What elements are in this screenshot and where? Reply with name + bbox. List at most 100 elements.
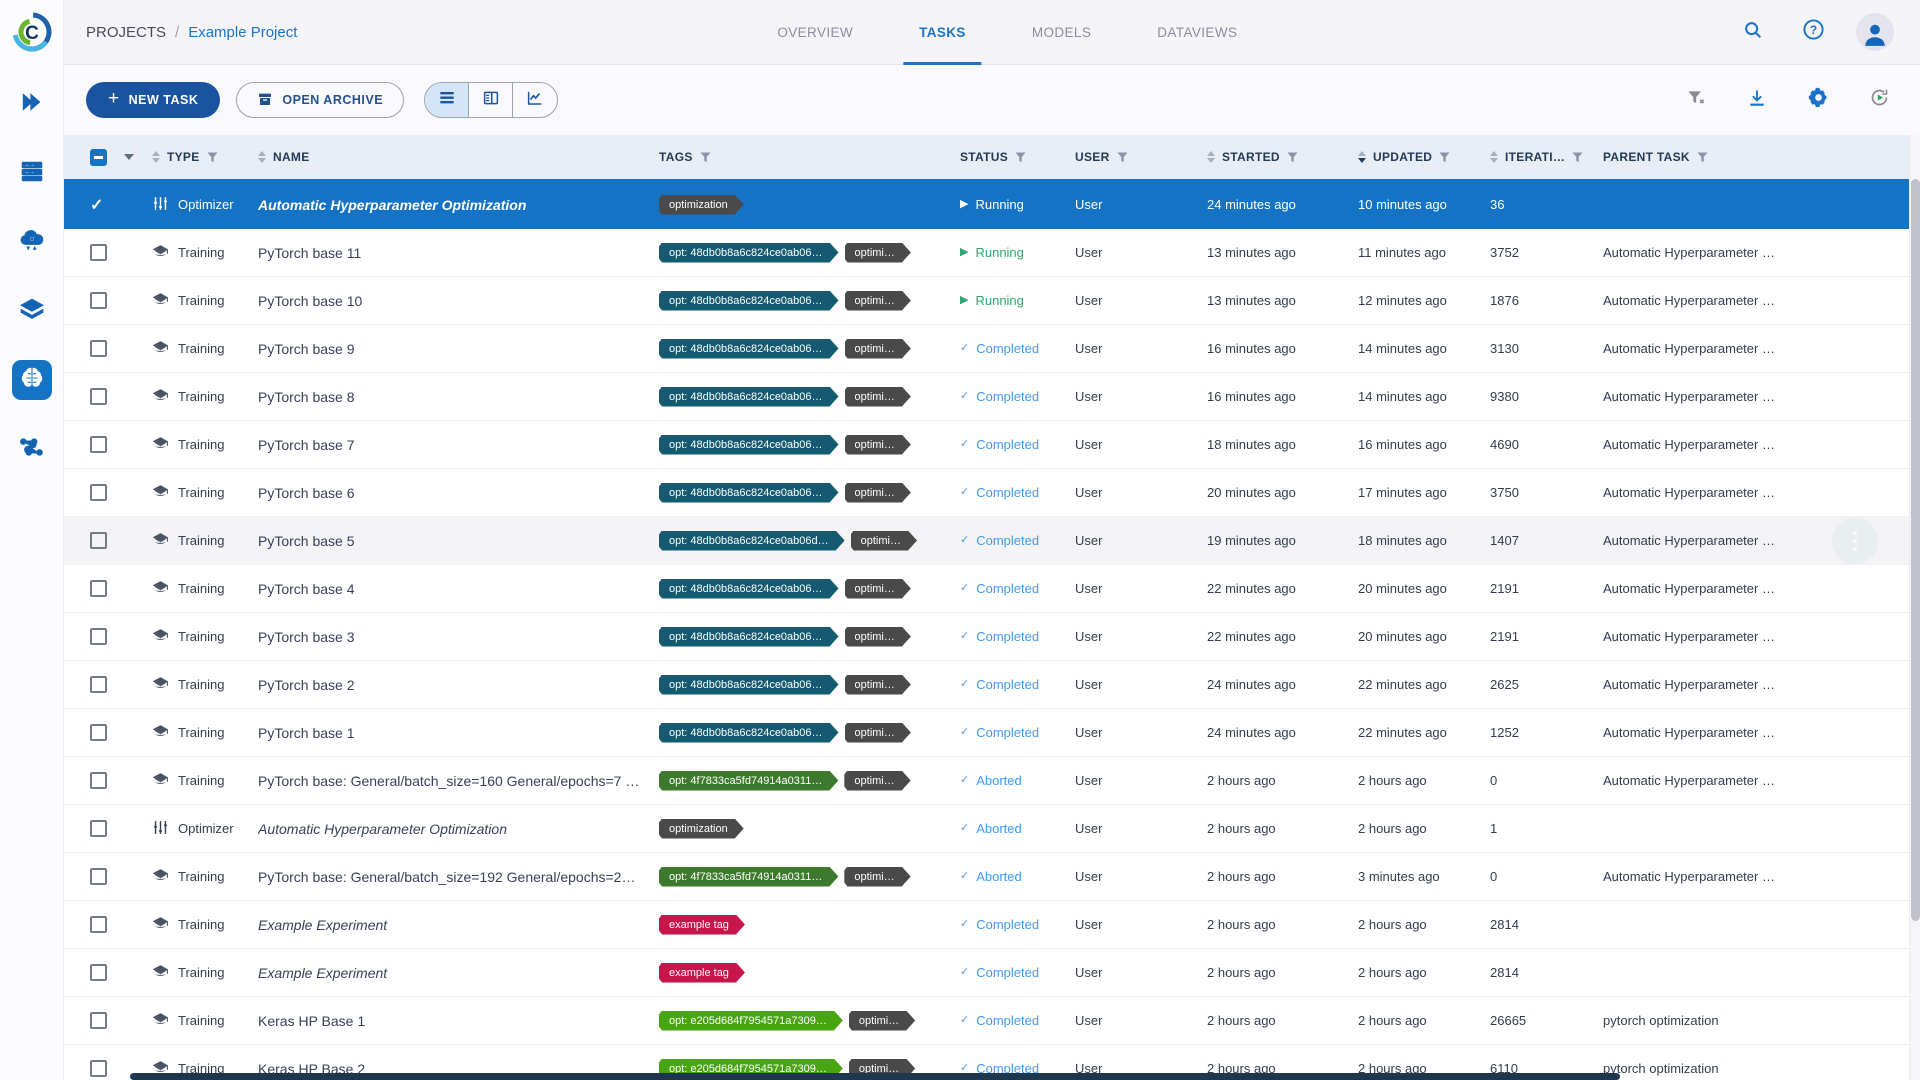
table-row[interactable]: Training PyTorch base 10 opt: 48db0b8a6c… xyxy=(64,277,1920,325)
breadcrumb-projects[interactable]: PROJECTS xyxy=(86,24,166,41)
user-avatar[interactable] xyxy=(1856,13,1894,51)
task-name[interactable]: Keras HP Base 1 xyxy=(258,1013,659,1029)
task-name[interactable]: PyTorch base 11 xyxy=(258,245,659,261)
task-name[interactable]: PyTorch base 4 xyxy=(258,581,659,597)
settings-button[interactable] xyxy=(1801,83,1835,117)
row-checkbox[interactable] xyxy=(90,436,107,453)
table-row[interactable]: Training PyTorch base 5 opt: 48db0b8a6c8… xyxy=(64,517,1920,565)
filter-funnel-icon[interactable] xyxy=(1439,152,1450,163)
table-row[interactable]: Training PyTorch base: General/batch_siz… xyxy=(64,853,1920,901)
row-checkbox[interactable] xyxy=(90,292,107,309)
task-name[interactable]: PyTorch base 7 xyxy=(258,437,659,453)
row-checkbox[interactable] xyxy=(90,340,107,357)
filter-funnel-icon[interactable] xyxy=(1117,152,1128,163)
help-button[interactable]: ? xyxy=(1796,15,1830,49)
table-row[interactable]: ✓ Optimizer Automatic Hyperparameter Opt… xyxy=(64,181,1920,229)
row-checkbox[interactable] xyxy=(90,676,107,693)
filter-funnel-icon[interactable] xyxy=(1697,152,1708,163)
task-name[interactable]: Example Experiment xyxy=(258,965,659,981)
tab-tasks[interactable]: TASKS xyxy=(893,0,992,65)
column-header-status[interactable]: STATUS xyxy=(960,150,1075,164)
row-checkbox[interactable] xyxy=(90,964,107,981)
table-row[interactable]: Training PyTorch base 1 opt: 48db0b8a6c8… xyxy=(64,709,1920,757)
task-name[interactable]: PyTorch base 6 xyxy=(258,485,659,501)
row-checkbox[interactable] xyxy=(90,724,107,741)
search-button[interactable] xyxy=(1736,15,1770,49)
row-checkbox[interactable] xyxy=(90,484,107,501)
clearml-logo[interactable]: C xyxy=(6,6,58,58)
task-name[interactable]: PyTorch base 10 xyxy=(258,293,659,309)
row-checkbox[interactable] xyxy=(90,628,107,645)
sort-toggle[interactable] xyxy=(1490,151,1498,163)
table-view-button[interactable] xyxy=(425,83,469,117)
sidebar-item-expand[interactable] xyxy=(12,84,52,124)
task-name[interactable]: PyTorch base 2 xyxy=(258,677,659,693)
select-dropdown-caret[interactable] xyxy=(124,154,134,160)
sort-toggle[interactable] xyxy=(1358,151,1366,163)
row-checkbox[interactable] xyxy=(90,820,107,837)
vertical-scrollbar-thumb[interactable] xyxy=(1911,179,1920,921)
table-row[interactable]: Training PyTorch base 8 opt: 48db0b8a6c8… xyxy=(64,373,1920,421)
filter-funnel-icon[interactable] xyxy=(700,152,711,163)
download-button[interactable] xyxy=(1740,83,1774,117)
tab-overview[interactable]: OVERVIEW xyxy=(751,0,879,65)
column-header-tags[interactable]: TAGS xyxy=(659,150,960,164)
sort-toggle[interactable] xyxy=(258,151,266,163)
filter-funnel-icon[interactable] xyxy=(1015,152,1026,163)
row-checkbox[interactable] xyxy=(90,772,107,789)
filter-funnel-icon[interactable] xyxy=(1287,152,1298,163)
row-checkbox[interactable] xyxy=(90,1012,107,1029)
row-checkbox[interactable]: ✓ xyxy=(90,195,152,215)
table-row[interactable]: Training PyTorch base 7 opt: 48db0b8a6c8… xyxy=(64,421,1920,469)
table-row[interactable]: Training Example Experiment example tag … xyxy=(64,901,1920,949)
task-name[interactable]: Automatic Hyperparameter Optimization xyxy=(258,821,659,837)
sidebar-item-applications[interactable] xyxy=(12,222,52,262)
sidebar-item-workers-queues[interactable] xyxy=(12,153,52,193)
task-name[interactable]: PyTorch base 8 xyxy=(258,389,659,405)
row-checkbox[interactable] xyxy=(90,916,107,933)
table-row[interactable]: Training Keras HP Base 1 opt: e205d684f7… xyxy=(64,997,1920,1045)
filter-funnel-icon[interactable] xyxy=(1572,152,1583,163)
chart-view-button[interactable] xyxy=(513,83,557,117)
row-checkbox[interactable] xyxy=(90,388,107,405)
open-archive-button[interactable]: OPEN ARCHIVE xyxy=(236,82,404,118)
row-checkbox[interactable] xyxy=(90,868,107,885)
table-row[interactable]: Training Example Experiment example tag … xyxy=(64,949,1920,997)
tab-models[interactable]: MODELS xyxy=(1006,0,1117,65)
task-name[interactable]: PyTorch base 9 xyxy=(258,341,659,357)
clear-filters-button[interactable] xyxy=(1679,83,1713,117)
filter-funnel-icon[interactable] xyxy=(207,152,218,163)
table-row[interactable]: Training PyTorch base 2 opt: 48db0b8a6c8… xyxy=(64,661,1920,709)
tab-dataviews[interactable]: DATAVIEWS xyxy=(1131,0,1263,65)
table-row[interactable]: Training PyTorch base 6 opt: 48db0b8a6c8… xyxy=(64,469,1920,517)
row-checkbox[interactable] xyxy=(90,1060,107,1077)
table-row[interactable]: Optimizer Automatic Hyperparameter Optim… xyxy=(64,805,1920,853)
vertical-scrollbar-track[interactable] xyxy=(1909,135,1920,1080)
column-header-started[interactable]: STARTED xyxy=(1207,150,1358,164)
split-view-button[interactable] xyxy=(469,83,513,117)
task-name[interactable]: PyTorch base: General/batch_size=160 Gen… xyxy=(258,773,659,789)
task-name[interactable]: PyTorch base: General/batch_size=192 Gen… xyxy=(258,869,659,885)
sort-toggle[interactable] xyxy=(1207,151,1215,163)
breadcrumb-current-project[interactable]: Example Project xyxy=(188,24,297,41)
row-checkbox[interactable] xyxy=(90,580,107,597)
row-checkbox[interactable] xyxy=(90,244,107,261)
column-header-updated[interactable]: UPDATED xyxy=(1358,150,1490,164)
table-row[interactable]: Training PyTorch base 3 opt: 48db0b8a6c8… xyxy=(64,613,1920,661)
column-header-iterations[interactable]: ITERATI… xyxy=(1490,150,1603,164)
column-header-name[interactable]: NAME xyxy=(258,150,659,164)
row-checkbox[interactable] xyxy=(90,532,107,549)
sort-toggle[interactable] xyxy=(152,151,160,163)
select-all-checkbox[interactable] xyxy=(90,149,107,166)
column-header-user[interactable]: USER xyxy=(1075,150,1207,164)
horizontal-scrollbar[interactable] xyxy=(130,1073,1620,1080)
task-name[interactable]: PyTorch base 5 xyxy=(258,533,659,549)
new-task-button[interactable]: + NEW TASK xyxy=(86,82,220,118)
sidebar-item-projects[interactable] xyxy=(12,360,52,400)
task-name[interactable]: PyTorch base 3 xyxy=(258,629,659,645)
sidebar-item-datasets[interactable] xyxy=(12,291,52,331)
column-header-parent[interactable]: PARENT TASK xyxy=(1603,150,1920,164)
task-name[interactable]: Automatic Hyperparameter Optimization xyxy=(258,197,659,213)
table-row[interactable]: Training PyTorch base 11 opt: 48db0b8a6c… xyxy=(64,229,1920,277)
sidebar-item-pipelines[interactable] xyxy=(12,429,52,469)
